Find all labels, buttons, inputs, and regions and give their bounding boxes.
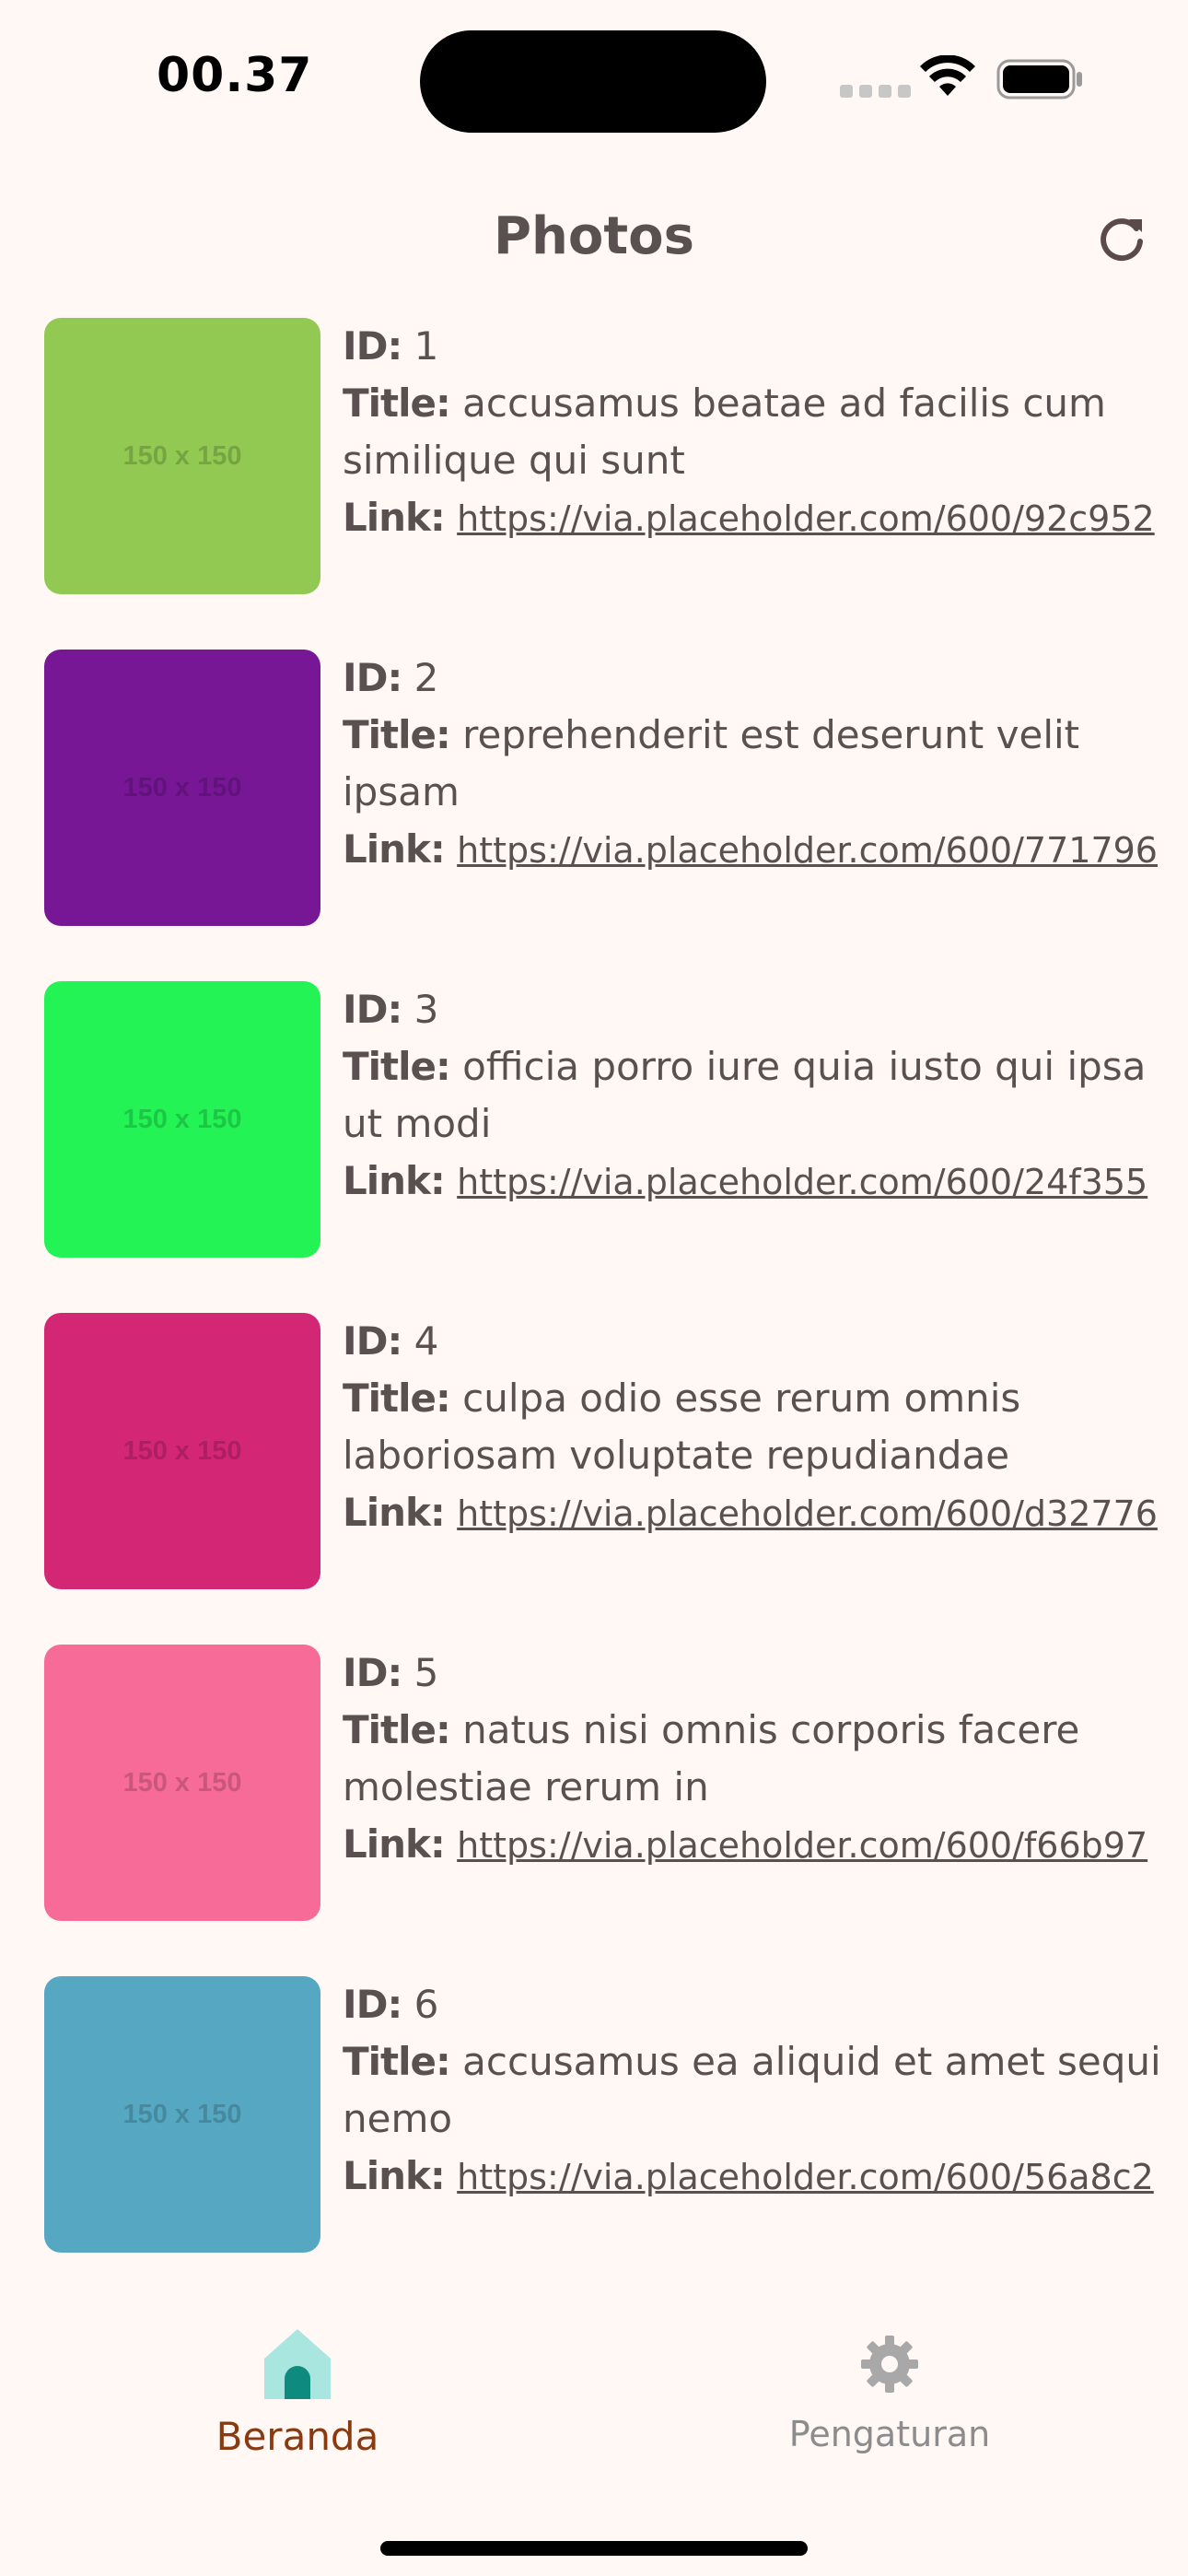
photo-link[interactable]: https://via.placeholder.com/600/d32776 bbox=[457, 1493, 1158, 1534]
id-label: ID: bbox=[343, 1650, 402, 1695]
list-item[interactable]: 150 x 150 ID: 4 Title: culpa odio esse r… bbox=[44, 1313, 1158, 1589]
thumbnail-label: 150 x 150 bbox=[122, 1767, 242, 1797]
photo-thumbnail: 150 x 150 bbox=[44, 318, 320, 594]
photo-info: ID: 4 Title: culpa odio esse rerum omnis… bbox=[343, 1313, 1188, 1541]
page-title: Photos bbox=[494, 206, 694, 266]
photo-link[interactable]: https://via.placeholder.com/600/56a8c2 bbox=[457, 2157, 1154, 2197]
photo-link[interactable]: https://via.placeholder.com/600/f66b97 bbox=[457, 1825, 1147, 1866]
nav-label-pengaturan: Pengaturan bbox=[788, 2414, 991, 2454]
dynamic-island bbox=[420, 30, 766, 133]
photo-thumbnail: 150 x 150 bbox=[44, 650, 320, 926]
wifi-icon bbox=[919, 54, 976, 101]
link-label: Link: bbox=[343, 1821, 446, 1867]
id-label: ID: bbox=[343, 323, 402, 369]
status-bar: 00.37 bbox=[0, 0, 1188, 157]
photo-thumbnail: 150 x 150 bbox=[44, 1313, 320, 1589]
list-item[interactable]: 150 x 150 ID: 1 Title: accusamus beatae … bbox=[44, 318, 1155, 594]
id-label: ID: bbox=[343, 987, 402, 1032]
photo-link[interactable]: https://via.placeholder.com/600/771796 bbox=[457, 830, 1158, 871]
link-label: Link: bbox=[343, 495, 446, 540]
photo-id: 2 bbox=[413, 655, 439, 700]
photo-info: ID: 6 Title: accusamus ea aliquid et ame… bbox=[343, 1976, 1188, 2205]
photo-title: reprehenderit est deserunt velit ipsam bbox=[343, 712, 1080, 814]
id-label: ID: bbox=[343, 655, 402, 700]
photo-thumbnail: 150 x 150 bbox=[44, 1645, 320, 1921]
photo-title: officia porro iure quia iusto qui ipsa u… bbox=[343, 1044, 1147, 1146]
photo-info: ID: 2 Title: reprehenderit est deserunt … bbox=[343, 650, 1188, 878]
photo-id: 4 bbox=[413, 1318, 439, 1364]
list-item[interactable]: 150 x 150 ID: 3 Title: officia porro iur… bbox=[44, 981, 1149, 1258]
home-icon bbox=[264, 2329, 331, 2399]
thumbnail-label: 150 x 150 bbox=[122, 1104, 242, 1134]
photo-title: accusamus beatae ad facilis cum similiqu… bbox=[343, 381, 1106, 483]
photo-thumbnail: 150 x 150 bbox=[44, 981, 320, 1258]
nav-label-beranda: Beranda bbox=[215, 2414, 379, 2459]
id-label: ID: bbox=[343, 1318, 402, 1364]
photo-id: 3 bbox=[413, 987, 439, 1032]
photo-info: ID: 3 Title: officia porro iure quia ius… bbox=[343, 981, 1188, 1210]
photo-link[interactable]: https://via.placeholder.com/600/92c952 bbox=[457, 498, 1155, 539]
bottom-navigation: Beranda Pengaturan bbox=[0, 2294, 1188, 2478]
refresh-button[interactable] bbox=[1092, 210, 1151, 269]
thumbnail-label: 150 x 150 bbox=[122, 440, 242, 471]
thumbnail-label: 150 x 150 bbox=[122, 2099, 242, 2129]
nav-item-beranda[interactable]: Beranda bbox=[132, 2324, 463, 2459]
link-label: Link: bbox=[343, 1158, 446, 1203]
app-bar: Photos bbox=[0, 184, 1188, 295]
link-label: Link: bbox=[343, 2153, 446, 2198]
photo-info: ID: 5 Title: natus nisi omnis corporis f… bbox=[343, 1645, 1188, 1873]
gear-icon bbox=[861, 2336, 918, 2393]
photo-id: 1 bbox=[413, 323, 439, 369]
photo-thumbnail: 150 x 150 bbox=[44, 1976, 320, 2253]
photo-title: accusamus ea aliquid et amet sequi nemo bbox=[343, 2039, 1161, 2141]
title-label: Title: bbox=[343, 1707, 451, 1752]
thumbnail-label: 150 x 150 bbox=[122, 772, 242, 802]
title-label: Title: bbox=[343, 1376, 451, 1421]
title-label: Title: bbox=[343, 712, 451, 757]
thumbnail-label: 150 x 150 bbox=[122, 1435, 242, 1466]
photo-info: ID: 1 Title: accusamus beatae ad facilis… bbox=[343, 318, 1188, 546]
nav-item-pengaturan[interactable]: Pengaturan bbox=[724, 2324, 1055, 2454]
refresh-icon bbox=[1101, 218, 1143, 262]
link-label: Link: bbox=[343, 826, 446, 872]
list-item[interactable]: 150 x 150 ID: 6 Title: accusamus ea aliq… bbox=[44, 1976, 1161, 2253]
photo-title: natus nisi omnis corporis facere molesti… bbox=[343, 1707, 1080, 1809]
screen: 00.37 Photos 150 x 150 ID: 1 Title: accu… bbox=[0, 0, 1188, 2576]
link-label: Link: bbox=[343, 1490, 446, 1535]
battery-icon bbox=[996, 59, 1085, 103]
photo-link[interactable]: https://via.placeholder.com/600/24f355 bbox=[457, 1162, 1147, 1202]
title-label: Title: bbox=[343, 1044, 451, 1089]
title-label: Title: bbox=[343, 2039, 451, 2084]
photo-id: 6 bbox=[413, 1982, 439, 2027]
cellular-signal-icon bbox=[840, 85, 911, 98]
title-label: Title: bbox=[343, 381, 451, 426]
home-indicator[interactable] bbox=[380, 2541, 808, 2556]
list-item[interactable]: 150 x 150 ID: 2 Title: reprehenderit est… bbox=[44, 650, 1158, 926]
status-time: 00.37 bbox=[157, 48, 313, 103]
photo-id: 5 bbox=[413, 1650, 439, 1695]
list-item[interactable]: 150 x 150 ID: 5 Title: natus nisi omnis … bbox=[44, 1645, 1149, 1921]
id-label: ID: bbox=[343, 1982, 402, 2027]
